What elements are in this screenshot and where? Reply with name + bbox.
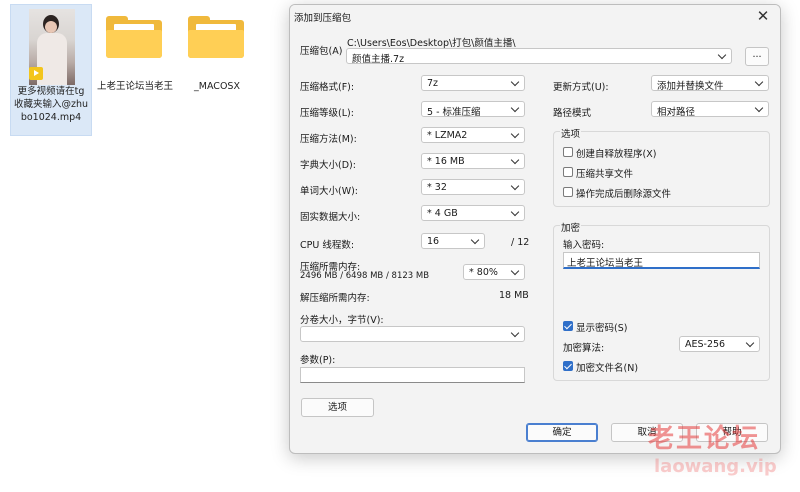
encryption-group-title: 加密 xyxy=(560,220,582,234)
chevron-down-icon xyxy=(744,338,756,350)
password-input[interactable]: 上老王论坛当老王 xyxy=(563,252,760,269)
archive-path: C:\Users\Eos\Desktop\打包\颜值主播\ xyxy=(347,38,516,49)
file-name: _MACOSX xyxy=(194,81,240,92)
sfx-label: 创建自释放程序(X) xyxy=(576,149,657,160)
threads-value: 16 xyxy=(427,236,440,247)
path-mode-select[interactable]: 相对路径 xyxy=(651,101,769,118)
file-item-folder-macosx[interactable]: _MACOSX xyxy=(176,4,258,136)
folder-icon xyxy=(188,16,244,58)
encryption-method-value: AES-256 xyxy=(685,339,726,350)
ok-button[interactable]: 确定 xyxy=(526,423,598,442)
update-select[interactable]: 添加并替换文件 xyxy=(651,75,769,92)
show-password-label: 显示密码(S) xyxy=(576,323,628,334)
archive-name-combo[interactable]: 颜值主播.7z xyxy=(346,48,732,65)
mem-comp-select[interactable]: * 80% xyxy=(463,264,525,280)
split-select[interactable] xyxy=(300,326,525,342)
format-select[interactable]: 7z xyxy=(421,75,525,91)
options-button[interactable]: 选项 xyxy=(301,398,374,417)
threads-max: / 12 xyxy=(511,237,530,248)
method-value: * LZMA2 xyxy=(427,130,468,141)
mem-comp-detail: 2496 MB / 6498 MB / 8123 MB xyxy=(300,271,430,281)
threads-label: CPU 线程数: xyxy=(300,240,355,251)
encryption-method-label: 加密算法: xyxy=(563,343,605,354)
solid-label: 固实数据大小: xyxy=(300,212,361,223)
chevron-down-icon xyxy=(509,328,521,340)
chevron-down-icon xyxy=(469,235,481,247)
threads-select[interactable]: 16 xyxy=(421,233,485,249)
dict-select[interactable]: * 16 MB xyxy=(421,153,525,169)
chevron-down-icon xyxy=(509,103,521,115)
chevron-down-icon xyxy=(716,50,728,62)
dict-label: 字典大小(D): xyxy=(300,160,356,171)
file-name: 上老王论坛当老王 xyxy=(96,81,173,92)
solid-value: * 4 GB xyxy=(427,208,458,219)
delete-after-label: 操作完成后删除源文件 xyxy=(576,189,672,200)
shared-files-checkbox[interactable] xyxy=(563,167,573,177)
chevron-down-icon xyxy=(509,207,521,219)
file-name: 更多视频请在tg收藏夹输入@zhubo1024.mp4 xyxy=(13,86,89,123)
path-mode-value: 相对路径 xyxy=(657,107,696,118)
mem-comp-value: * 80% xyxy=(469,267,498,278)
options-group-title: 选项 xyxy=(560,126,582,140)
word-select[interactable]: * 32 xyxy=(421,179,525,195)
method-select[interactable]: * LZMA2 xyxy=(421,127,525,143)
params-label: 参数(P): xyxy=(300,355,336,366)
word-label: 单词大小(W): xyxy=(300,186,359,197)
add-to-archive-dialog: 添加到压缩包 ✕ 压缩包(A) C:\Users\Eos\Desktop\打包\… xyxy=(289,4,781,454)
chevron-down-icon xyxy=(753,77,765,89)
show-password-checkbox[interactable] xyxy=(563,321,573,331)
mem-decomp-label: 解压缩所需内存: xyxy=(300,293,370,304)
browse-button[interactable]: ... xyxy=(745,47,769,66)
chevron-down-icon xyxy=(509,129,521,141)
chevron-down-icon xyxy=(509,181,521,193)
close-icon[interactable]: ✕ xyxy=(754,7,772,25)
update-label: 更新方式(U): xyxy=(553,82,609,93)
folder-icon xyxy=(106,16,162,58)
delete-after-checkbox[interactable] xyxy=(563,187,573,197)
file-item-video[interactable]: 更多视频请在tg收藏夹输入@zhubo1024.mp4 xyxy=(10,4,92,136)
sfx-checkbox[interactable] xyxy=(563,147,573,157)
level-label: 压缩等级(L): xyxy=(300,108,354,119)
dict-value: * 16 MB xyxy=(427,156,465,167)
watermark-sub: laowang.vip xyxy=(654,456,777,477)
params-input[interactable] xyxy=(300,367,525,383)
watermark-main: 老王论坛 xyxy=(648,424,761,454)
encrypt-names-label: 加密文件名(N) xyxy=(576,363,639,374)
watermark: 老王论坛 laowang.vip xyxy=(648,418,796,488)
chevron-down-icon xyxy=(753,103,765,115)
password-label: 输入密码: xyxy=(563,240,605,251)
encrypt-names-checkbox[interactable] xyxy=(563,361,573,371)
dialog-title: 添加到压缩包 xyxy=(294,13,352,24)
chevron-down-icon xyxy=(509,77,521,89)
chevron-down-icon xyxy=(509,266,521,278)
encryption-method-select[interactable]: AES-256 xyxy=(679,336,760,352)
level-select[interactable]: 5 - 标准压缩 xyxy=(421,101,525,118)
method-label: 压缩方法(M): xyxy=(300,134,357,145)
shared-files-label: 压缩共享文件 xyxy=(576,169,634,180)
archive-label: 压缩包(A) xyxy=(300,46,343,57)
chevron-down-icon xyxy=(509,155,521,167)
update-value: 添加并替换文件 xyxy=(657,81,724,92)
level-value: 5 - 标准压缩 xyxy=(427,107,481,118)
format-value: 7z xyxy=(427,78,439,89)
path-mode-label: 路径模式 xyxy=(553,108,592,119)
mem-decomp-value: 18 MB xyxy=(499,290,529,301)
dialog-titlebar: 添加到压缩包 ✕ xyxy=(290,5,780,27)
archive-name-value: 颜值主播.7z xyxy=(352,54,405,65)
split-label: 分卷大小，字节(V): xyxy=(300,315,384,326)
solid-select[interactable]: * 4 GB xyxy=(421,205,525,221)
password-value: 上老王论坛当老王 xyxy=(567,258,644,269)
file-item-folder-laowang[interactable]: 上老王论坛当老王 xyxy=(94,4,176,136)
player-icon xyxy=(29,67,43,80)
word-value: * 32 xyxy=(427,182,447,193)
format-label: 压缩格式(F): xyxy=(300,82,355,93)
